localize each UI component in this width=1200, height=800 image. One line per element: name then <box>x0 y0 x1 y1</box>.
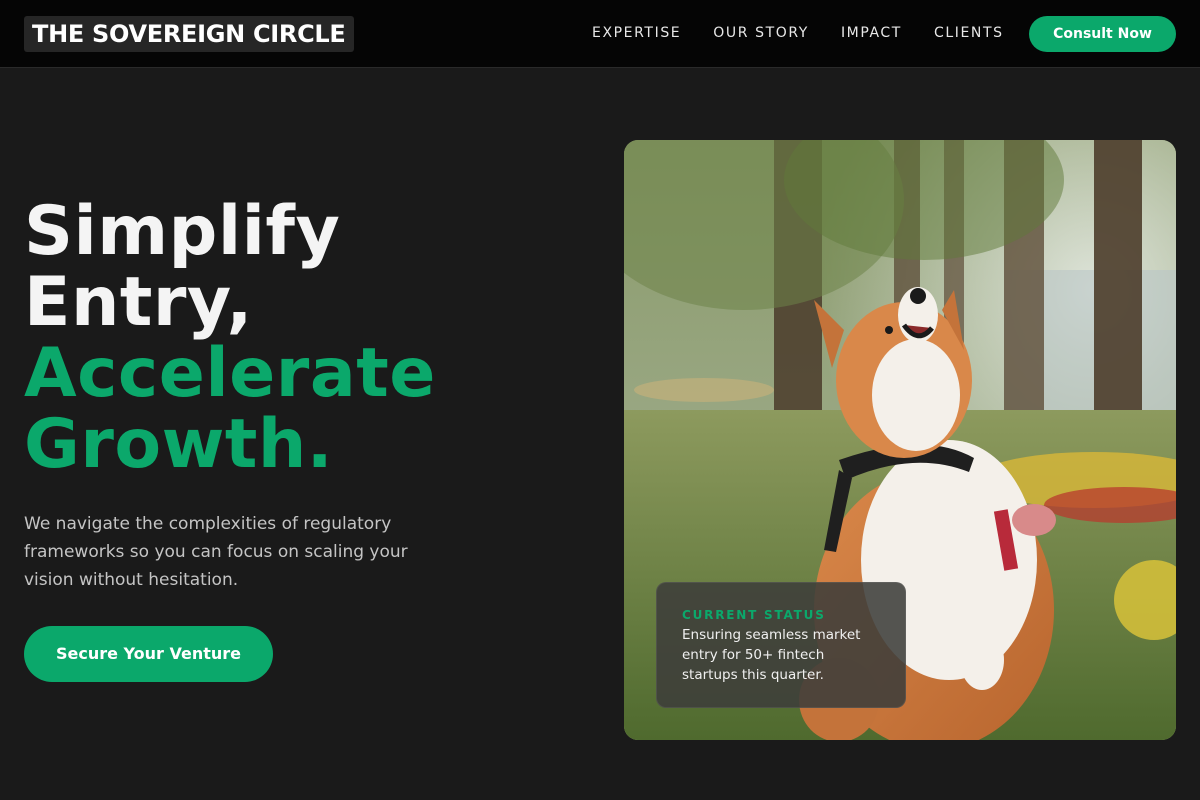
brand-logo[interactable]: THE SOVEREIGN CIRCLE <box>24 16 354 52</box>
consult-now-button[interactable]: Consult Now <box>1029 16 1176 52</box>
hero-subtext: We navigate the complexities of regulato… <box>24 514 408 590</box>
status-label: CURRENT STATUS <box>682 608 826 622</box>
hero-headline: Simplify Entry, Accelerate Growth. <box>24 196 584 480</box>
headline-line-accelerate: Accelerate <box>24 334 436 413</box>
nav-links: EXPERTISE OUR STORY IMPACT CLIENTS <box>592 23 1004 43</box>
nav-link-impact[interactable]: IMPACT <box>841 23 902 43</box>
headline-line-growth: Growth. <box>24 405 334 484</box>
headline-line-entry: Entry, <box>24 263 253 342</box>
status-text: Ensuring seamless market entry for 50+ f… <box>682 627 861 683</box>
nav-link-expertise[interactable]: EXPERTISE <box>592 23 681 43</box>
top-navigation: THE SOVEREIGN CIRCLE EXPERTISE OUR STORY… <box>0 0 1200 68</box>
current-status-card: CURRENT STATUS Ensuring seamless market … <box>656 582 906 708</box>
headline-line-simplify: Simplify <box>24 192 341 271</box>
nav-link-clients[interactable]: CLIENTS <box>934 23 1004 43</box>
secure-your-venture-button[interactable]: Secure Your Venture <box>24 626 273 682</box>
nav-link-our-story[interactable]: OUR STORY <box>713 23 809 43</box>
